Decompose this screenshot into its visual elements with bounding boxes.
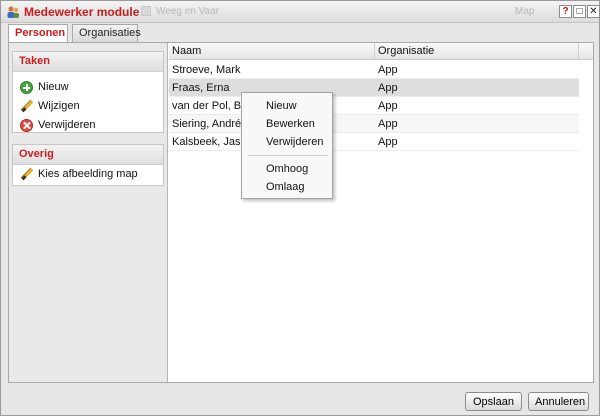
table-row[interactable]: Stroeve, Mark App (169, 61, 579, 79)
column-header-organisatie[interactable]: Organisatie (375, 43, 579, 60)
context-item-verwijderen[interactable]: Verwijderen (266, 133, 323, 151)
table-row[interactable]: Kalsbeek, Jasper App (169, 133, 579, 151)
grid-header: Naam Organisatie (169, 43, 593, 60)
table-row-selected[interactable]: Fraas, Erna App (169, 79, 579, 97)
task-kies-afbeelding-map[interactable]: Kies afbeelding map (13, 165, 163, 184)
overig-header: Overig (13, 145, 163, 165)
column-header-naam[interactable]: Naam (169, 43, 375, 60)
cell-organisatie: App (378, 118, 398, 130)
cell-organisatie: App (378, 64, 398, 76)
pencil-icon (20, 168, 33, 181)
people-icon (7, 6, 19, 18)
taken-section: Taken Nieuw Wijzigen Verwijderen (12, 51, 164, 133)
task-wijzigen-label: Wijzigen (38, 100, 80, 112)
save-button[interactable]: Opslaan (465, 392, 522, 411)
context-item-omlaag[interactable]: Omlaag (266, 178, 305, 196)
background-window-icon (141, 6, 151, 16)
cell-naam: Stroeve, Mark (172, 64, 241, 76)
cell-organisatie: App (378, 100, 398, 112)
medewerker-window: Medewerker module Weeg en Vaar Map ? □ ✕… (0, 0, 600, 416)
close-button[interactable]: ✕ (587, 5, 600, 18)
window-title: Medewerker module (24, 5, 140, 19)
taken-header: Taken (13, 52, 163, 72)
background-window-title: Weeg en Vaar (156, 6, 220, 17)
task-wijzigen[interactable]: Wijzigen (13, 97, 163, 116)
context-item-omhoog[interactable]: Omhoog (266, 160, 308, 178)
context-menu: Nieuw Bewerken Verwijderen Omhoog Omlaag (241, 92, 333, 199)
task-nieuw[interactable]: Nieuw (13, 78, 163, 97)
task-nieuw-label: Nieuw (38, 81, 69, 93)
task-kies-afbeelding-map-label: Kies afbeelding map (38, 168, 138, 180)
cell-organisatie: App (378, 136, 398, 148)
task-sidebar: Taken Nieuw Wijzigen Verwijderen Overig (9, 43, 168, 382)
tab-personen[interactable]: Personen (8, 24, 68, 43)
add-icon (20, 81, 33, 94)
context-item-nieuw[interactable]: Nieuw (266, 97, 297, 115)
delete-icon (20, 119, 33, 132)
grid-rows: Stroeve, Mark App Fraas, Erna App van de… (169, 61, 579, 151)
task-verwijderen[interactable]: Verwijderen (13, 116, 163, 135)
cell-organisatie: App (378, 82, 398, 94)
overig-section: Overig Kies afbeelding map (12, 144, 164, 186)
tab-organisaties[interactable]: Organisaties (72, 24, 141, 42)
pencil-icon (20, 100, 33, 113)
help-button[interactable]: ? (559, 5, 572, 18)
title-bar[interactable]: Medewerker module Weeg en Vaar Map ? □ ✕ (1, 1, 600, 23)
task-verwijderen-label: Verwijderen (38, 119, 96, 131)
maximize-button[interactable]: □ (573, 5, 586, 18)
background-window-label: Map (515, 6, 535, 17)
cancel-button[interactable]: Annuleren (528, 392, 589, 411)
persons-grid: Naam Organisatie Stroeve, Mark App Fraas… (169, 43, 593, 382)
table-row[interactable]: van der Pol, Barry App (169, 97, 579, 115)
context-item-bewerken[interactable]: Bewerken (266, 115, 315, 133)
table-row[interactable]: Siering, André App (169, 115, 579, 133)
context-separator (248, 155, 328, 156)
